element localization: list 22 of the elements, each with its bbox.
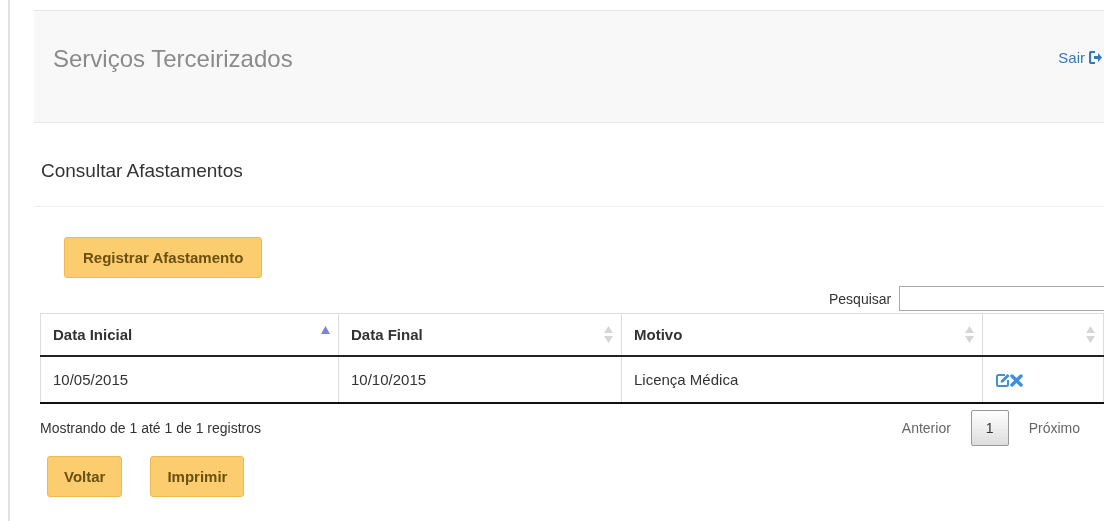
table-cell: 10/10/2015 xyxy=(338,355,622,403)
logout-link[interactable]: Sair xyxy=(1058,49,1102,68)
print-button[interactable]: Imprimir xyxy=(150,455,245,497)
records-info: Mostrando de 1 até 1 de 1 registros xyxy=(40,419,262,436)
app-title: Serviços Terceirizados xyxy=(53,44,294,73)
next-link[interactable]: Próximo xyxy=(1008,419,1100,436)
table-cell: 10/05/2015 xyxy=(40,355,339,403)
column-header[interactable] xyxy=(982,313,1104,356)
column-header[interactable]: Motivo xyxy=(621,313,983,356)
back-button[interactable]: Voltar xyxy=(47,455,123,497)
edit-icon xyxy=(995,372,1010,388)
column-header[interactable]: Data Inicial xyxy=(40,313,339,356)
logout-icon xyxy=(1089,51,1102,64)
page-title: Consultar Afastamentos xyxy=(41,160,244,182)
delete-icon xyxy=(1010,373,1023,387)
search-field[interactable] xyxy=(899,286,1104,311)
previous-link[interactable]: Anterior xyxy=(881,419,971,436)
search-label: Pesquisar xyxy=(829,290,892,307)
register-button[interactable]: Registrar Afastamento xyxy=(64,237,263,278)
column-header[interactable]: Data Final xyxy=(338,313,622,356)
table-cell: Licença Médica xyxy=(621,355,983,403)
page-button[interactable]: 1 xyxy=(970,409,1009,446)
